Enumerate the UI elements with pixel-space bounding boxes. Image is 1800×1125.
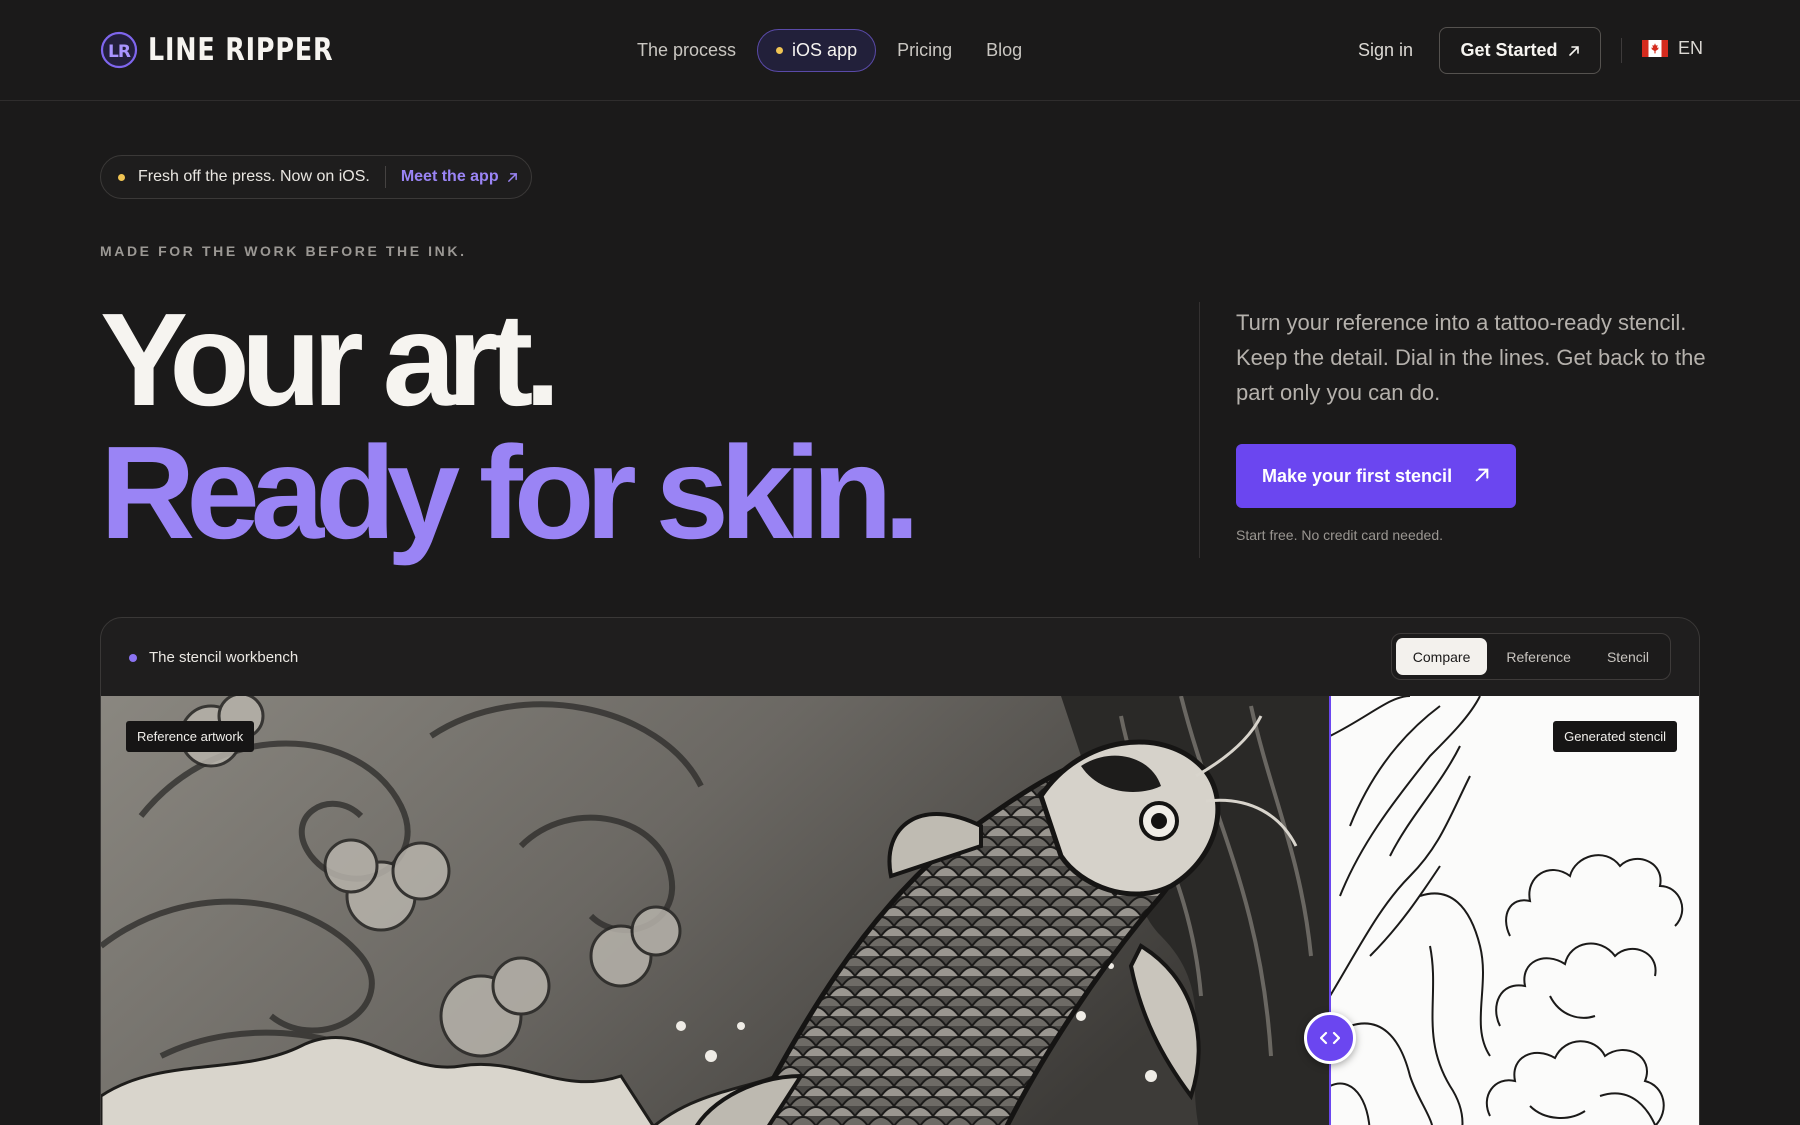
- nav-link-blog[interactable]: Blog: [969, 40, 1039, 61]
- compare-viewer[interactable]: Reference artwork Generated stencil: [101, 696, 1699, 1125]
- nav-link-ios-app-label: iOS app: [792, 40, 858, 60]
- cta-note: Start free. No credit card needed.: [1236, 527, 1443, 543]
- tab-compare[interactable]: Compare: [1395, 638, 1488, 675]
- canada-flag-icon: [1642, 40, 1668, 57]
- meet-the-app-label: Meet the app: [400, 168, 499, 185]
- status-dot-icon: [129, 653, 137, 662]
- stencil-workbench: The stencil workbench Compare Reference …: [100, 617, 1700, 1125]
- arrow-up-right-icon: [1568, 45, 1579, 56]
- tab-reference[interactable]: Reference: [1489, 638, 1588, 675]
- language-switcher[interactable]: EN: [1642, 38, 1703, 59]
- workbench-header: The stencil workbench Compare Reference …: [101, 618, 1699, 696]
- reference-artwork-tag: Reference artwork: [126, 721, 255, 752]
- svg-text:LR: LR: [108, 42, 131, 62]
- workbench-title: The stencil workbench: [129, 649, 298, 666]
- header-divider: [1621, 38, 1622, 63]
- site-header: LR LINE RIPPER The process iOS app Prici…: [0, 0, 1800, 101]
- view-mode-tabs: Compare Reference Stencil: [1390, 633, 1671, 680]
- cta-label: Make your first stencil: [1262, 465, 1453, 486]
- status-dot-icon: [118, 173, 125, 181]
- reference-artwork-image: [101, 696, 1330, 1125]
- generated-stencil-image: [1330, 696, 1699, 1125]
- code-arrows-icon: [1320, 1031, 1340, 1045]
- hero-divider: [1199, 302, 1200, 558]
- language-code: EN: [1678, 38, 1704, 58]
- tab-stencil[interactable]: Stencil: [1590, 638, 1666, 675]
- announcement-banner: Fresh off the press. Now on iOS. Meet th…: [100, 155, 532, 199]
- compare-slider-handle[interactable]: [1304, 1012, 1356, 1064]
- workbench-title-label: The stencil workbench: [149, 649, 299, 666]
- get-started-button[interactable]: Get Started: [1439, 27, 1601, 74]
- hero-title-line1: Your art.: [100, 286, 561, 433]
- get-started-label: Get Started: [1460, 40, 1558, 60]
- main-nav: The process iOS app Pricing Blog: [620, 29, 1039, 72]
- brand-name: LINE RIPPER: [148, 32, 334, 68]
- hero-title-line2: Ready for skin.: [100, 419, 920, 566]
- sign-in-link[interactable]: Sign in: [1358, 40, 1413, 61]
- announcement-text: Fresh off the press. Now on iOS.: [138, 168, 370, 185]
- nav-link-pricing[interactable]: Pricing: [880, 40, 969, 61]
- arrow-up-right-icon: [507, 172, 517, 182]
- nav-link-ios-app[interactable]: iOS app: [757, 29, 877, 72]
- announcement-divider: [384, 166, 386, 188]
- hero-description: Turn your reference into a tattoo-ready …: [1236, 310, 1706, 405]
- make-first-stencil-button[interactable]: Make your first stencil: [1236, 444, 1516, 508]
- logo-mark-icon: LR: [100, 31, 138, 69]
- brand-logo[interactable]: LR LINE RIPPER: [100, 30, 374, 70]
- hero-eyebrow: MADE FOR THE WORK BEFORE THE INK.: [100, 243, 467, 259]
- nav-link-process[interactable]: The process: [620, 40, 753, 61]
- arrow-up-right-icon: [1475, 468, 1489, 482]
- status-dot-icon: [776, 47, 784, 54]
- meet-the-app-link[interactable]: Meet the app: [401, 168, 518, 186]
- generated-stencil-tag: Generated stencil: [1553, 721, 1677, 752]
